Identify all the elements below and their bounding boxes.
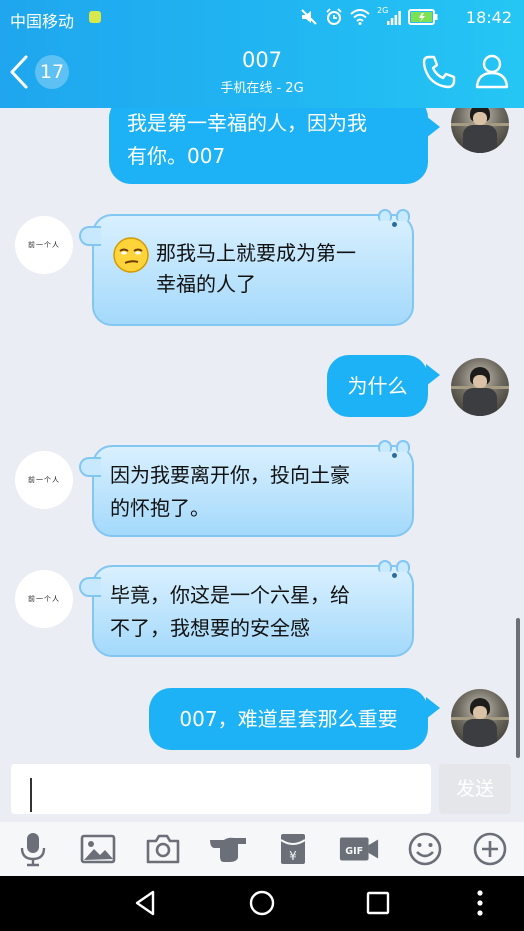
my-avatar[interactable] [451,108,509,153]
camera-icon[interactable] [145,831,181,867]
message-bubble-outgoing[interactable]: 我是第一幸福的人，因为我 有你。007 [109,108,428,184]
message-text: 那我马上就要成为第一 幸福的人了 [156,241,356,296]
battery-icon [408,9,438,25]
svg-text:¥: ¥ [289,849,297,863]
alarm-icon [326,8,342,25]
plus-icon[interactable] [472,831,508,867]
hippo-ear [396,209,410,221]
message-bubble-outgoing[interactable]: 为什么 [327,355,428,417]
hippo-eye [392,573,397,578]
message-input[interactable] [11,764,431,814]
input-bar: 发送 [0,758,524,822]
input-toolbar: ¥ GIF [0,822,524,876]
status-bar: 中国移动 2G 18:42 [0,0,524,36]
contact-profile-button[interactable] [472,51,512,91]
message-text: 007，难道星套那么重要 [179,706,398,731]
avatar-text: 前一个人 [28,241,60,249]
gif-icon[interactable]: GIF [338,831,380,867]
avatar-text: 前一个人 [28,476,60,484]
hippo-ear [396,560,410,572]
bubble-tail [426,116,440,138]
phone-icon [422,55,456,89]
my-avatar[interactable] [451,358,509,416]
hippo-ear [378,560,392,572]
message-bubble-incoming[interactable]: 那我马上就要成为第一 幸福的人了 [79,209,414,326]
message-list[interactable]: 我是第一幸福的人，因为我 有你。007 前一个人 那我马上就要成为第一 幸福的人… [0,108,524,758]
message-text: 因为我要离开你，投向土豪 的怀抱了。 [110,463,350,520]
carrier-name: 中国移动 [10,12,75,31]
chat-screen: 中国移动 2G 18:42 17 007 手机在线 - 2G 我是第一幸福的人，… [0,0,524,931]
bubble-tail [79,457,101,477]
message-bubble-incoming[interactable]: 毕竟，你这是一个六星，给 不了，我想要的安全感 [79,560,414,657]
carrier-badge-icon [89,11,101,23]
hippo-eye [392,453,397,458]
send-button[interactable]: 发送 [439,764,511,814]
poke-icon[interactable] [208,831,248,867]
recents-square-icon[interactable] [363,888,393,918]
bubble-tail [426,697,440,719]
status-icons: 2G [300,6,438,28]
mute-icon [301,9,317,25]
message-bubble-outgoing[interactable]: 007，难道星套那么重要 [149,688,428,750]
contact-avatar[interactable]: 前一个人 [15,216,73,274]
system-navigation-bar [0,876,524,931]
phone-call-button[interactable] [419,52,459,92]
bubble-tail [79,226,101,246]
back-triangle-icon[interactable] [131,888,161,918]
contact-avatar[interactable]: 前一个人 [15,570,73,628]
message-text: 我是第一幸福的人，因为我 有你。007 [127,111,367,168]
header: 中国移动 2G 18:42 17 007 手机在线 - 2G [0,0,524,108]
bubble-tail [426,364,440,386]
image-icon[interactable] [80,831,116,867]
message-text: 毕竟，你这是一个六星，给 不了，我想要的安全感 [110,583,350,640]
message-bubble-incoming[interactable]: 因为我要离开你，投向土豪 的怀抱了。 [79,440,414,537]
clock: 18:42 [465,8,512,27]
emoji-icon[interactable] [407,831,443,867]
red-packet-icon[interactable]: ¥ [275,831,311,867]
smirk-face-icon [113,237,149,273]
hippo-eye [392,222,397,227]
microphone-icon[interactable] [15,831,51,867]
person-icon [475,54,509,89]
bubble-tail [79,577,101,597]
scrollbar[interactable] [516,618,520,758]
wifi-icon [350,9,370,25]
more-vertical-icon[interactable] [465,888,495,918]
my-avatar[interactable] [451,689,509,747]
home-circle-icon[interactable] [247,888,277,918]
signal-icon [387,11,401,25]
signal-indicator: 2G [377,6,401,26]
svg-text:GIF: GIF [345,846,363,857]
hippo-ear [396,440,410,452]
avatar-text: 前一个人 [28,595,60,603]
title-bar: 17 007 手机在线 - 2G [0,36,524,108]
message-text: 为什么 [347,373,408,398]
contact-avatar[interactable]: 前一个人 [15,451,73,509]
text-cursor [30,778,32,812]
hippo-ear [378,209,392,221]
hippo-ear [378,440,392,452]
